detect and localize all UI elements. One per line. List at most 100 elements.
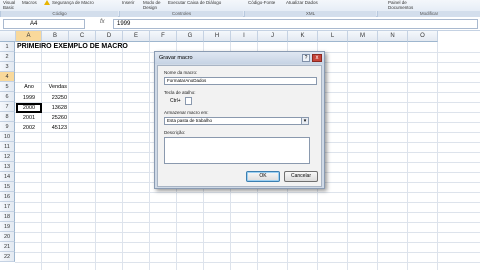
row-header-18[interactable]: 18 (0, 212, 15, 222)
header-ano-cell[interactable]: Ano (16, 82, 42, 92)
vendas-cell[interactable]: 45123 (43, 123, 67, 133)
vendas-cell[interactable]: 13628 (43, 103, 67, 113)
run-dialog-button[interactable]: Executar Caixa de Diálogo (168, 0, 221, 5)
column-gridline (41, 42, 42, 270)
row-header-19[interactable]: 19 (0, 222, 15, 232)
column-header-i[interactable]: I (231, 31, 258, 42)
column-header-d[interactable]: D (96, 31, 123, 42)
ano-cell[interactable]: 1999 (16, 93, 42, 103)
column-gridline (407, 42, 408, 270)
header-vendas-cell[interactable]: Vendas (43, 82, 69, 92)
row-header-3[interactable]: 3 (0, 62, 15, 72)
row-header-20[interactable]: 20 (0, 232, 15, 242)
column-header-m[interactable]: M (348, 31, 378, 42)
row-header-15[interactable]: 15 (0, 182, 15, 192)
dropdown-arrow-icon[interactable]: ▾ (301, 118, 308, 124)
sheet-title-cell[interactable]: PRIMEIRO EXEMPLO DE MACRO (17, 42, 128, 52)
row-header-5[interactable]: 5 (0, 82, 15, 92)
row-gridline (15, 232, 480, 233)
row-header-17[interactable]: 17 (0, 202, 15, 212)
column-header-l[interactable]: L (318, 31, 348, 42)
description-textarea[interactable] (164, 137, 310, 164)
source-label: Código-Fonte (248, 0, 276, 5)
insert-button[interactable]: Inserir (122, 0, 135, 5)
formula-bar: A4 fx 1999 (0, 17, 480, 31)
column-header-e[interactable]: E (123, 31, 150, 42)
design-mode-button[interactable]: Modo de Design (143, 0, 161, 10)
dialog-titlebar[interactable]: Gravar macro ? x (155, 52, 324, 64)
column-header-h[interactable]: H (204, 31, 231, 42)
description-label: Descrição: (164, 130, 186, 135)
column-header-f[interactable]: F (150, 31, 177, 42)
row-header-4[interactable]: 4 (0, 72, 15, 82)
vendas-cell[interactable]: 25260 (43, 113, 67, 123)
row-header-16[interactable]: 16 (0, 192, 15, 202)
column-header-n[interactable]: N (378, 31, 408, 42)
refresh-data-button[interactable]: Atualizar Dados (286, 0, 318, 5)
row-gridline (15, 262, 480, 263)
macro-name-input[interactable]: FormatarAnoDados (164, 77, 317, 85)
row-header-14[interactable]: 14 (0, 172, 15, 182)
design-mode-sub-label: Design (143, 5, 158, 10)
ctrl-prefix: Ctrl+ (170, 98, 181, 104)
column-header-o[interactable]: O (408, 31, 438, 42)
row-header-12[interactable]: 12 (0, 152, 15, 162)
dialog-body: Nome da macro: FormatarAnoDados Tecla de… (157, 65, 322, 187)
cancel-button[interactable]: Cancelar (284, 171, 318, 182)
row-header-2[interactable]: 2 (0, 52, 15, 62)
row-header-7[interactable]: 7 (0, 102, 15, 112)
row-gridline (15, 252, 480, 253)
macros-label: Macros (22, 0, 37, 5)
shortcut-label: Tecla de atalho: (164, 90, 196, 95)
macro-security-button[interactable]: Segurança de Macro (44, 0, 94, 6)
column-gridline (122, 42, 123, 270)
row-header-6[interactable]: 6 (0, 92, 15, 102)
visual-basic-button[interactable]: Visual Basic (3, 0, 15, 10)
refresh-data-label: Atualizar Dados (286, 0, 318, 5)
warning-icon (44, 0, 50, 6)
select-all-corner[interactable] (0, 31, 16, 42)
dialog-title: Gravar macro (159, 55, 193, 61)
row-header-10[interactable]: 10 (0, 132, 15, 142)
row-gridline (15, 242, 480, 243)
column-header-g[interactable]: G (177, 31, 204, 42)
formula-input[interactable]: 1999 (113, 19, 478, 29)
row-gridline (15, 222, 480, 223)
row-header-13[interactable]: 13 (0, 162, 15, 172)
store-macro-label: Armazenar macro em: (164, 110, 209, 115)
row-header-11[interactable]: 11 (0, 142, 15, 152)
insert-label: Inserir (122, 0, 135, 5)
macros-button[interactable]: Macros (22, 0, 37, 5)
ano-cell[interactable]: 2002 (16, 123, 42, 133)
macro-name-label: Nome da macro: (164, 70, 198, 75)
shortcut-key-input[interactable] (185, 97, 192, 105)
row-header-22[interactable]: 22 (0, 252, 15, 262)
ano-cell[interactable]: 2001 (16, 113, 42, 123)
row-header-21[interactable]: 21 (0, 242, 15, 252)
row-header-1[interactable]: 1 (0, 42, 15, 52)
row-header-9[interactable]: 9 (0, 122, 15, 132)
column-header-b[interactable]: B (42, 31, 69, 42)
column-gridline (347, 42, 348, 270)
store-macro-value: Esta pasta de trabalho (167, 118, 213, 123)
row-gridline (15, 202, 480, 203)
source-button[interactable]: Código-Fonte (248, 0, 275, 5)
column-header-j[interactable]: J (258, 31, 288, 42)
help-button[interactable]: ? (302, 54, 310, 62)
column-header-a[interactable]: A (16, 31, 42, 42)
ok-button[interactable]: OK (246, 171, 280, 182)
record-macro-dialog: Gravar macro ? x Nome da macro: Formatar… (154, 51, 325, 189)
column-gridline (95, 42, 96, 270)
column-gridline (437, 42, 438, 270)
document-panel-button[interactable]: Painel de Documentos (388, 0, 413, 10)
row-gridline (15, 212, 480, 213)
store-macro-select[interactable]: Esta pasta de trabalho ▾ (164, 117, 309, 125)
name-box[interactable]: A4 (3, 19, 85, 29)
row-header-8[interactable]: 8 (0, 112, 15, 122)
close-button[interactable]: x (312, 54, 322, 62)
fx-icon[interactable]: fx (100, 19, 105, 25)
column-header-k[interactable]: K (288, 31, 318, 42)
macro-security-label: Segurança de Macro (52, 0, 94, 5)
column-header-c[interactable]: C (69, 31, 96, 42)
vendas-cell[interactable]: 23250 (43, 93, 67, 103)
